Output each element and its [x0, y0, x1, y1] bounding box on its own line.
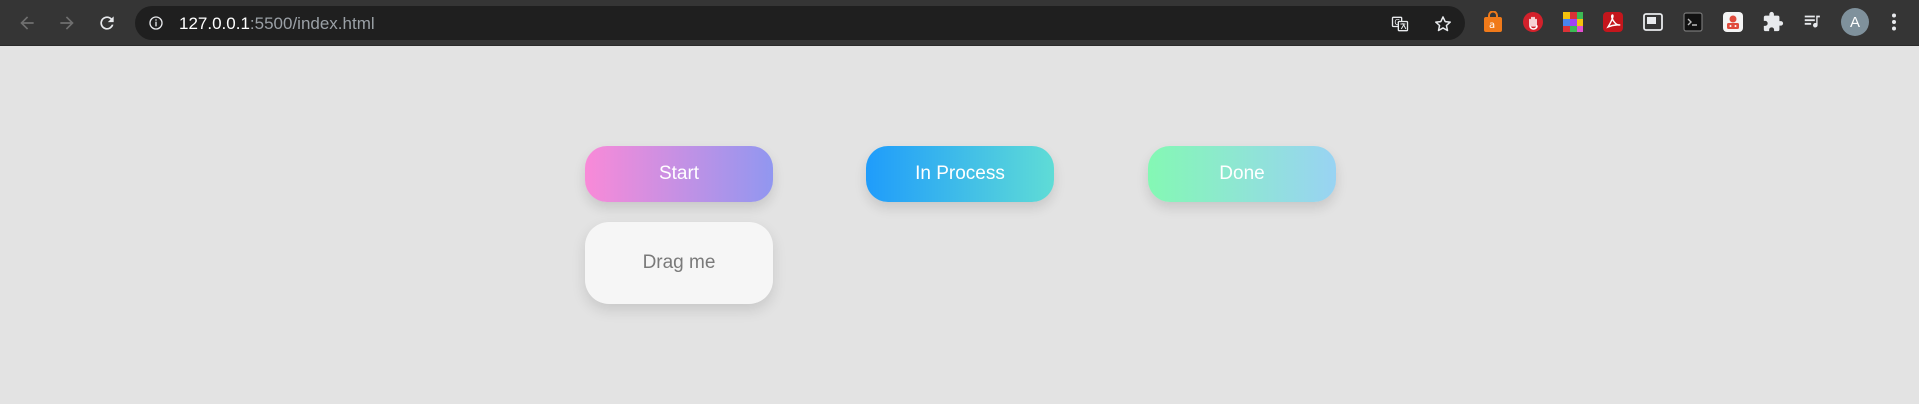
column-header-in-process[interactable]: In Process	[866, 146, 1054, 202]
media-queue-icon[interactable]	[1802, 11, 1824, 33]
profile-avatar[interactable]: A	[1841, 8, 1869, 36]
color-grid-icon[interactable]	[1562, 11, 1584, 33]
translate-icon[interactable]: G	[1389, 13, 1411, 35]
pdf-icon[interactable]	[1602, 11, 1624, 33]
kebab-menu-icon[interactable]	[1883, 11, 1905, 33]
draggable-card[interactable]: Drag me	[585, 222, 773, 304]
browser-toolbar: 127.0.0.1:5500/index.html G a A	[0, 0, 1919, 46]
stop-hand-icon[interactable]	[1522, 11, 1544, 33]
profile-initial: A	[1849, 13, 1860, 31]
terminal-icon[interactable]	[1682, 11, 1704, 33]
star-icon[interactable]	[1432, 13, 1454, 35]
back-button[interactable]	[12, 8, 42, 38]
url-text[interactable]: 127.0.0.1:5500/index.html	[179, 15, 375, 32]
info-icon[interactable]	[148, 15, 164, 31]
reload-icon	[100, 16, 114, 30]
column-label: Done	[1219, 163, 1265, 184]
robot-icon[interactable]	[1722, 11, 1744, 33]
picture-in-picture-icon[interactable]	[1642, 11, 1664, 33]
svg-text:a: a	[1489, 20, 1495, 31]
shopping-bag-icon[interactable]: a	[1482, 11, 1504, 33]
column-label: In Process	[915, 163, 1005, 184]
url-path: :5500/index.html	[249, 14, 375, 33]
puzzle-icon[interactable]	[1762, 11, 1784, 33]
address-bar[interactable]: 127.0.0.1:5500/index.html G	[135, 6, 1465, 40]
reload-button[interactable]	[92, 8, 122, 38]
forward-arrow-icon	[60, 16, 74, 30]
back-arrow-icon	[20, 16, 34, 30]
forward-button[interactable]	[52, 8, 82, 38]
draggable-card-label: Drag me	[642, 252, 716, 273]
column-header-start[interactable]: Start	[585, 146, 773, 202]
column-header-done[interactable]: Done	[1148, 146, 1336, 202]
column-label: Start	[658, 163, 700, 184]
url-host: 127.0.0.1	[179, 14, 250, 33]
